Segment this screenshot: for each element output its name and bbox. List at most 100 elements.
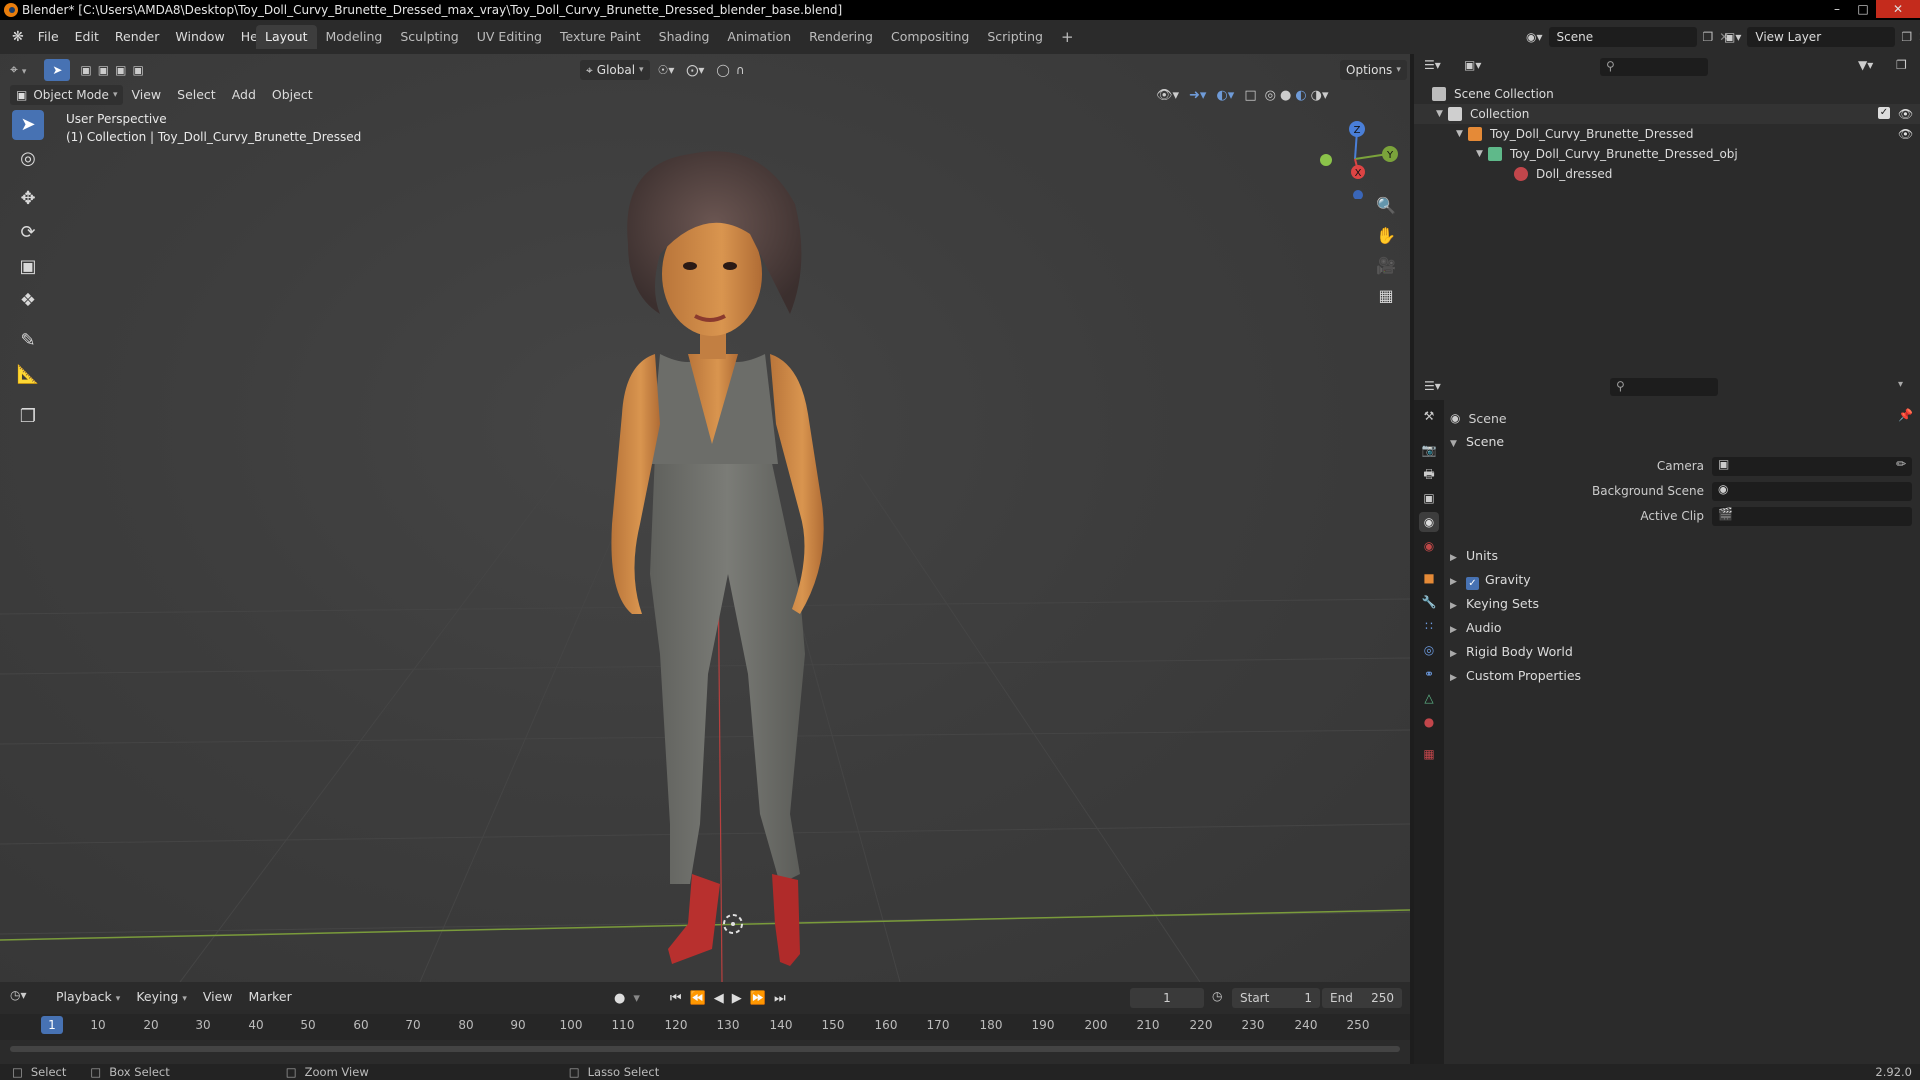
background-scene-field[interactable]: ◉ (1712, 482, 1912, 501)
scale-tool-icon[interactable]: ▣ (12, 252, 44, 282)
timeline-scrollbar[interactable] (10, 1046, 1400, 1052)
pin-icon[interactable]: 📌 (1898, 408, 1913, 422)
close-button[interactable]: ✕ (1876, 0, 1920, 18)
timeline-menu-view[interactable]: View (195, 987, 241, 1007)
exclude-checkbox[interactable]: ✓ (1878, 107, 1890, 119)
tab-texture-paint[interactable]: Texture Paint (551, 25, 650, 49)
maximize-button[interactable]: □ (1850, 0, 1876, 18)
snap-icon[interactable]: ⨀▾ (686, 63, 704, 77)
play-reverse-icon[interactable]: ◀ (714, 991, 724, 1006)
current-frame-field[interactable]: 1 (1130, 988, 1204, 1008)
frame-ruler[interactable]: 1 10 20 30 40 50 60 70 80 90 100 110 120… (0, 1014, 1410, 1040)
tab-animation[interactable]: Animation (718, 25, 800, 49)
play-icon[interactable]: ▶ (732, 991, 742, 1006)
transform-orientation-dropdown[interactable]: ⌖ Global ▾ (580, 60, 650, 80)
timeline-menu-marker[interactable]: Marker (241, 987, 300, 1007)
tab-compositing[interactable]: Compositing (882, 25, 978, 49)
section-custom-properties[interactable]: ▶ Custom Properties (1450, 666, 1581, 686)
solid-shading-icon[interactable]: ● (1280, 88, 1291, 103)
transform-tool-icon[interactable]: ❖ (12, 286, 44, 316)
view-layer-icon[interactable]: ▣▾ (1724, 30, 1741, 44)
section-keying-sets[interactable]: ▶ Keying Sets (1450, 594, 1539, 614)
gizmo-toggle-icon[interactable]: ➜▾ (1189, 88, 1206, 103)
properties-editor[interactable]: ☰▾ ⚲ ▾ ⚒ 📷 🖶 ▣ ◉ ◉ ■ 🔧 ∷ ◎ ⚭ △ ● ▦ ◉ Sce… (1414, 374, 1920, 1064)
add-cube-tool-icon[interactable]: ❐ (12, 402, 44, 432)
tab-rendering[interactable]: Rendering (800, 25, 882, 49)
menu-edit[interactable]: Edit (67, 20, 107, 54)
texture-tab-icon[interactable]: ▦ (1419, 744, 1439, 764)
section-gravity[interactable]: ▶ ✓ Gravity (1450, 570, 1531, 590)
object-mode-dropdown[interactable]: ▣ Object Mode ▾ (10, 85, 124, 105)
playhead[interactable]: 1 (41, 1016, 63, 1034)
expand-triangle-icon[interactable]: ▼ (1456, 124, 1463, 144)
proportional-edit-icon[interactable]: ◯ (716, 63, 729, 77)
tab-scripting[interactable]: Scripting (978, 25, 1052, 49)
measure-tool-icon[interactable]: 📐 (12, 360, 44, 390)
timeline-menu-playback[interactable]: Playback ▾ (48, 987, 128, 1007)
pan-view-icon[interactable]: ✋ (1372, 222, 1400, 250)
select-box-new-icon[interactable]: ▣ (80, 63, 91, 77)
tab-uv-editing[interactable]: UV Editing (468, 25, 551, 49)
timeline-editor-type-icon[interactable]: ◷▾ (10, 988, 27, 1002)
tool-tab-icon[interactable]: ⚒ (1419, 406, 1439, 426)
viewport-menu-object[interactable]: Object (264, 85, 321, 105)
select-box-extend-icon[interactable]: ▣ (98, 63, 109, 77)
wireframe-shading-icon[interactable]: ◎ (1265, 88, 1276, 103)
eye-icon[interactable]: 👁 (1898, 124, 1913, 144)
viewport-menu-add[interactable]: Add (224, 85, 264, 105)
outliner-row-collection[interactable]: ▼ Collection ✓ 👁 (1414, 104, 1920, 124)
new-view-layer-icon[interactable]: ❐ (1901, 30, 1912, 44)
blender-menu-icon[interactable]: ❋ (6, 29, 30, 45)
record-icon[interactable]: ● (614, 991, 625, 1006)
view-layer-tab-icon[interactable]: ▣ (1419, 488, 1439, 508)
tab-layout[interactable]: Layout (256, 25, 317, 49)
expand-triangle-icon[interactable]: ▼ (1436, 104, 1443, 124)
navigation-gizmo[interactable]: Z Y X (1310, 109, 1400, 199)
tab-shading[interactable]: Shading (650, 25, 719, 49)
new-scene-icon[interactable]: ❐ (1703, 30, 1714, 44)
eye-icon[interactable]: 👁 (1898, 104, 1913, 124)
new-collection-icon[interactable]: ❐ (1896, 58, 1907, 72)
falloff-icon[interactable]: ∩ (736, 63, 745, 77)
eyedropper-icon[interactable]: ✏ (1896, 457, 1906, 471)
outliner-row-object[interactable]: ▼ Toy_Doll_Curvy_Brunette_Dressed 👁 (1414, 124, 1920, 144)
data-tab-icon[interactable]: △ (1419, 688, 1439, 708)
properties-search-input[interactable]: ⚲ (1610, 378, 1718, 396)
zoom-view-icon[interactable]: 🔍 (1372, 192, 1400, 220)
menu-file[interactable]: File (30, 20, 67, 54)
output-tab-icon[interactable]: 🖶 (1419, 464, 1439, 484)
outliner-row-mesh[interactable]: ▼ Toy_Doll_Curvy_Brunette_Dressed_obj (1414, 144, 1920, 164)
expand-triangle-icon[interactable]: ▼ (1476, 144, 1483, 164)
view-layer-selector[interactable]: View Layer (1747, 27, 1896, 47)
annotate-tool-icon[interactable]: ✎ (12, 326, 44, 356)
camera-view-icon[interactable]: 🎥 (1372, 252, 1400, 280)
display-mode-icon[interactable]: ▣▾ (1464, 58, 1481, 72)
tab-sculpting[interactable]: Sculpting (391, 25, 467, 49)
gravity-checkbox[interactable]: ✓ (1466, 577, 1479, 590)
jump-start-icon[interactable]: ⏮ (670, 991, 682, 1006)
material-tab-icon[interactable]: ● (1419, 712, 1439, 732)
outliner-row-scene-collection[interactable]: Scene Collection (1414, 84, 1920, 104)
end-frame-field[interactable]: End 250 (1322, 988, 1402, 1008)
render-tab-icon[interactable]: 📷 (1419, 440, 1439, 460)
active-clip-field[interactable]: 🎬 (1712, 507, 1912, 526)
outliner-row-material[interactable]: Doll_dressed (1414, 164, 1920, 184)
tab-modeling[interactable]: Modeling (317, 25, 392, 49)
scene-icon[interactable]: ◉▾ (1526, 30, 1543, 44)
doll-figure[interactable] (611, 151, 824, 966)
menu-render[interactable]: Render (107, 20, 168, 54)
select-box-subtract-icon[interactable]: ▣ (115, 63, 126, 77)
autokey-dropdown-icon[interactable]: ▾ (633, 991, 640, 1006)
material-shading-icon[interactable]: ◐ (1295, 88, 1306, 103)
pivot-point-icon[interactable]: ☉▾ (658, 63, 675, 77)
viewport-menu-select[interactable]: Select (169, 85, 224, 105)
constraints-tab-icon[interactable]: ⚭ (1419, 664, 1439, 684)
section-rigid-body-world[interactable]: ▶ Rigid Body World (1450, 642, 1573, 662)
outliner-search-input[interactable]: ⚲ (1600, 58, 1708, 76)
jump-end-icon[interactable]: ⏭ (774, 991, 786, 1006)
preview-range-icon[interactable]: ◷ (1212, 989, 1222, 1003)
timeline-menu-keying[interactable]: Keying ▾ (128, 987, 195, 1007)
properties-editor-type-icon[interactable]: ☰▾ (1424, 379, 1441, 393)
viewport-menu-view[interactable]: View (123, 85, 169, 105)
timeline[interactable]: ◷▾ Playback ▾ Keying ▾ View Marker ● ▾ ⏮ ⏪… (0, 982, 1410, 1064)
